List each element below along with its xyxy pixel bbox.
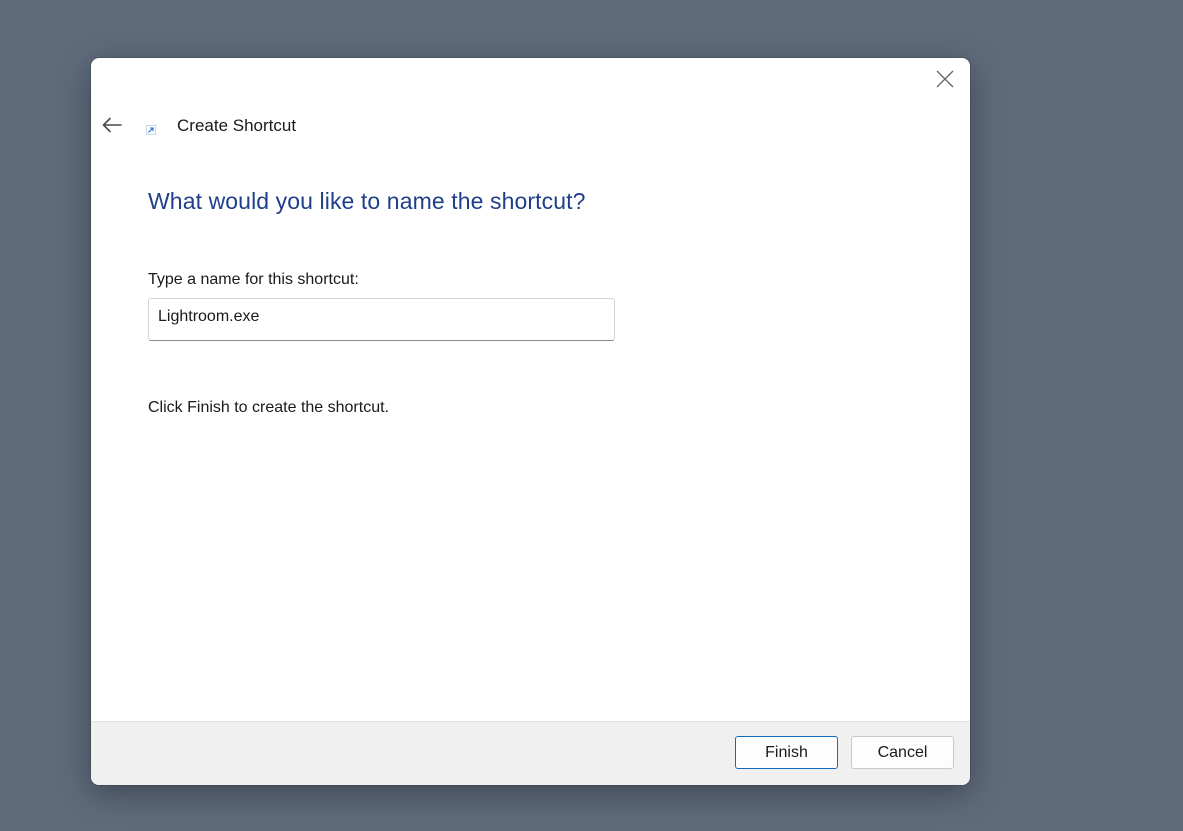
- close-icon: [936, 70, 954, 88]
- dialog-footer: Finish Cancel: [91, 721, 970, 785]
- back-button[interactable]: [99, 112, 125, 138]
- page-heading: What would you like to name the shortcut…: [148, 188, 586, 214]
- name-field-label: Type a name for this shortcut:: [148, 271, 359, 288]
- back-arrow-icon: [102, 117, 122, 133]
- shortcut-name-input[interactable]: [148, 298, 615, 341]
- create-shortcut-dialog: Create Shortcut What would you like to n…: [91, 58, 970, 785]
- dialog-title: Create Shortcut: [177, 116, 297, 135]
- finish-button[interactable]: Finish: [735, 736, 838, 769]
- shortcut-icon: [146, 125, 156, 135]
- close-button[interactable]: [930, 64, 960, 94]
- finish-hint-text: Click Finish to create the shortcut.: [148, 399, 389, 416]
- cancel-button[interactable]: Cancel: [851, 736, 954, 769]
